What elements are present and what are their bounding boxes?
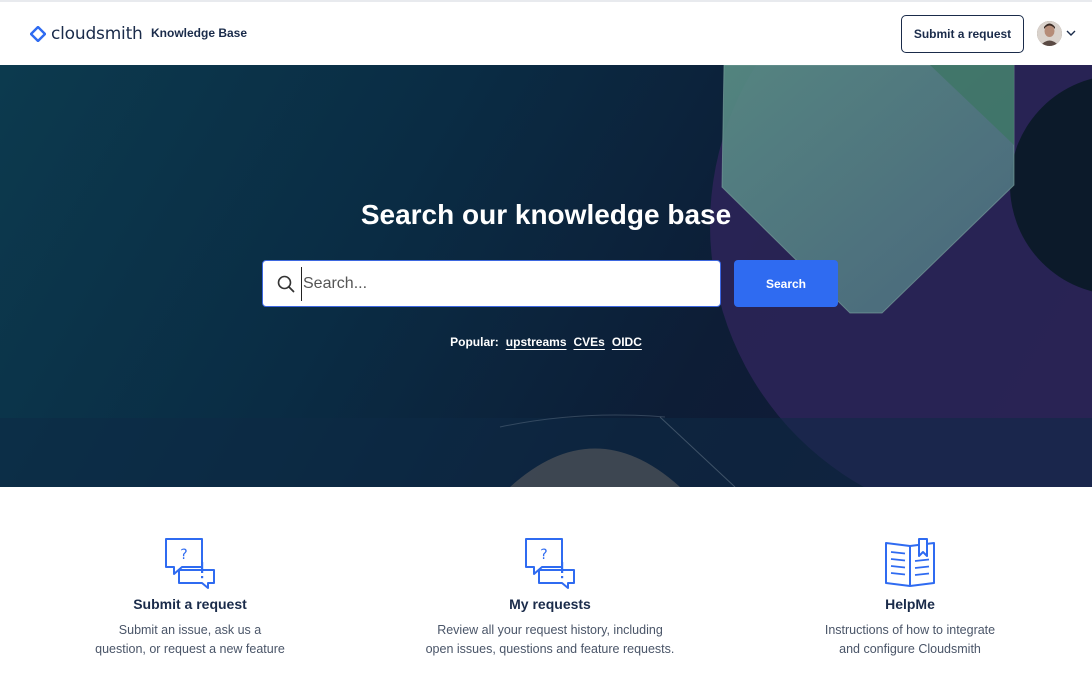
card-description: Instructions of how to integrate and con… (760, 621, 1060, 659)
chevron-down-icon[interactable] (1066, 29, 1076, 37)
submit-request-button[interactable]: Submit a request (901, 15, 1024, 53)
cloudsmith-logo-icon (30, 26, 46, 42)
popular-label: Popular: (450, 335, 499, 349)
card-description-line: Review all your request history, includi… (437, 623, 663, 637)
card-description-line: Submit an issue, ask us a (118, 623, 262, 637)
top-header: cloudsmith Knowledge Base Submit a reque… (0, 0, 1092, 65)
card-my-requests[interactable]: ? My requests Review all your request hi… (400, 537, 700, 659)
card-title: Submit a request (133, 596, 247, 612)
popular-searches: Popular: upstreams CVEs OIDC (0, 335, 1092, 349)
brand-name: cloudsmith (51, 24, 143, 44)
search-icon (277, 275, 295, 293)
avatar[interactable] (1037, 21, 1062, 46)
search-input[interactable] (301, 267, 701, 301)
svg-text:?: ? (180, 547, 187, 563)
card-helpme[interactable]: HelpMe Instructions of how to integrate … (760, 537, 1060, 659)
card-description-line: and configure Cloudsmith (839, 642, 981, 656)
card-description-line: open issues, questions and feature reque… (425, 642, 675, 656)
svg-text:?: ? (540, 547, 547, 563)
question-chat-icon: ? (165, 538, 215, 589)
open-book-icon (885, 538, 935, 587)
search-button[interactable]: Search (734, 260, 838, 307)
nav-knowledge-base[interactable]: Knowledge Base (151, 26, 247, 40)
card-title: My requests (509, 596, 591, 612)
avatar-photo-icon (1037, 21, 1062, 46)
card-submit-request[interactable]: ? Submit a request Submit an issue, ask … (40, 537, 340, 659)
question-chat-icon: ? (525, 538, 575, 589)
hero-title: Search our knowledge base (360, 199, 732, 230)
card-title: HelpMe (885, 596, 935, 612)
search-box (262, 260, 721, 307)
card-description: Submit an issue, ask us a question, or r… (40, 621, 340, 659)
card-description-line: Instructions of how to integrate (824, 623, 996, 637)
hero-section: Search our knowledge base Search Popular… (0, 65, 1092, 487)
card-description: Review all your request history, includi… (400, 621, 700, 659)
popular-link-cves[interactable]: CVEs (574, 335, 605, 349)
card-description-line: question, or request a new feature (95, 642, 285, 656)
popular-link-oidc[interactable]: OIDC (612, 335, 642, 349)
popular-link-upstreams[interactable]: upstreams (506, 335, 567, 349)
brand-logo[interactable]: cloudsmith (30, 24, 143, 44)
